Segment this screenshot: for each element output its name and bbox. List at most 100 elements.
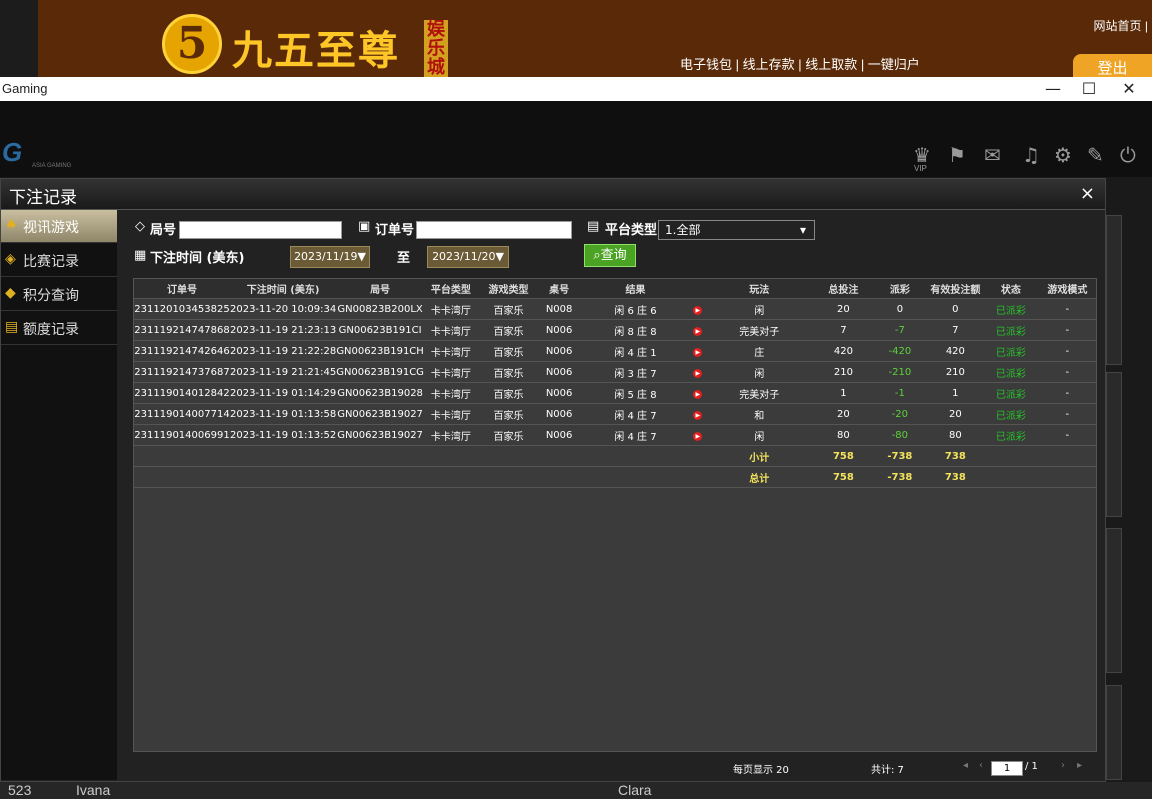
col-total-bet: 总投注 — [814, 279, 873, 299]
close-window-button[interactable]: ✕ — [1110, 77, 1148, 101]
bet-table-panel: 订单号 下注时间 (美东) 局号 平台类型 游戏类型 桌号 结果 玩法 总投注 … — [133, 278, 1097, 752]
gear-icon[interactable]: ⚙ — [1054, 143, 1072, 167]
table-row: 231119014012842 2023-11-19 01:14:29 GN0062… — [134, 382, 1096, 404]
cell-game-mode: - — [1038, 340, 1096, 362]
cell-payout: -420 — [872, 340, 928, 362]
date-to-select[interactable]: 2023/11/20▼ — [427, 246, 509, 268]
prev-page-icon[interactable]: ‹ — [979, 760, 983, 771]
col-replay — [691, 279, 704, 299]
cell-payout: -210 — [872, 361, 928, 383]
maximize-button[interactable]: ☐ — [1070, 77, 1108, 101]
cell-valid-bet: 1 — [927, 382, 984, 404]
col-round: 局号 — [336, 279, 424, 299]
cell-total-bet: 210 — [814, 361, 873, 383]
cell-bet-type: 完美对子 — [703, 382, 815, 404]
total-valid: 738 — [927, 466, 984, 488]
site-logo-icon: 5 — [162, 14, 222, 74]
cell-game-type: 百家乐 — [477, 403, 540, 425]
play-video-icon[interactable]: ▶ — [693, 347, 703, 357]
diamond-icon: ◆ — [5, 285, 16, 301]
cell-game-type: 百家乐 — [477, 361, 540, 383]
cell-order: 231119214747868 — [134, 319, 230, 341]
minimize-button[interactable]: — — [1034, 77, 1072, 101]
cell-total-bet: 7 — [814, 319, 873, 341]
cell-replay[interactable]: ▶ — [691, 319, 704, 341]
table-row: 231119014006991 2023-11-19 01:13:52 GN0062… — [134, 424, 1096, 446]
play-video-icon[interactable]: ▶ — [693, 410, 703, 420]
table-row: 231119214737687 2023-11-19 21:21:45 GN0062… — [134, 361, 1096, 383]
bet-record-modal: 下注记录 × ♠ 视讯游戏 ◈ 比赛记录 ◆ 积分查询 ▤ 额度记录 ◇ 局号 … — [0, 178, 1106, 782]
modal-sidebar: ♠ 视讯游戏 ◈ 比赛记录 ◆ 积分查询 ▤ 额度记录 — [1, 210, 117, 780]
sidebar-item-video-games[interactable]: ♠ 视讯游戏 — [1, 210, 117, 243]
game-header: G ASIA GAMING ♛ VIP ⚑ ✉ ♫ ⚙ ✎ ⏻ — [0, 101, 1152, 177]
cell-table-no: N006 — [539, 382, 579, 404]
cell-round: GN00623B191CH — [336, 340, 424, 362]
order-input[interactable] — [416, 221, 572, 239]
cell-table-no: N008 — [539, 298, 579, 320]
cell-replay[interactable]: ▶ — [691, 424, 704, 446]
tag-icon: ◈ — [5, 251, 16, 267]
col-result: 结果 — [579, 279, 692, 299]
cell-status: 已派彩 — [983, 340, 1039, 362]
music-icon[interactable]: ♫ — [1022, 143, 1040, 167]
sidebar-item-label: 视讯游戏 — [23, 220, 79, 236]
calendar-icon: ▦ — [134, 248, 147, 263]
cell-replay[interactable]: ▶ — [691, 361, 704, 383]
query-button[interactable]: ⌕查询 — [584, 244, 636, 267]
play-video-icon[interactable]: ▶ — [693, 431, 703, 441]
sidebar-item-credit-records[interactable]: ▤ 额度记录 — [1, 312, 117, 345]
col-platform: 平台类型 — [423, 279, 478, 299]
platform-icon: ▤ — [587, 219, 600, 234]
cell-valid-bet: 420 — [927, 340, 984, 362]
cell-round: GN00823B200LX — [336, 298, 424, 320]
banner-left-edge — [0, 0, 38, 78]
play-video-icon[interactable]: ▶ — [693, 389, 703, 399]
dealer-name: Clara — [618, 782, 652, 798]
play-video-icon[interactable]: ▶ — [693, 326, 703, 336]
cell-time: 2023-11-19 01:13:58 — [229, 403, 337, 425]
round-input[interactable] — [179, 221, 342, 239]
home-link[interactable]: 网站首页 | — [1094, 17, 1148, 34]
platform-select[interactable]: 1.全部 ▾ — [658, 220, 815, 240]
cell-round: GN00623B19027 — [336, 424, 424, 446]
cell-total-bet: 1 — [814, 382, 873, 404]
cell-replay[interactable]: ▶ — [691, 403, 704, 425]
first-page-icon[interactable]: ◂ — [963, 760, 968, 771]
col-game-type: 游戏类型 — [477, 279, 540, 299]
cell-replay[interactable]: ▶ — [691, 340, 704, 362]
cell-replay[interactable]: ▶ — [691, 298, 704, 320]
cell-game-type: 百家乐 — [477, 319, 540, 341]
next-page-icon[interactable]: › — [1061, 760, 1065, 771]
order-icon: ▣ — [358, 219, 371, 234]
cell-game-type: 百家乐 — [477, 340, 540, 362]
to-label: 至 — [397, 251, 411, 266]
modal-close-button[interactable]: × — [1080, 183, 1095, 204]
cell-result: 闲 8 庄 8 — [579, 319, 692, 341]
cell-payout: -80 — [872, 424, 928, 446]
top-links[interactable]: 电子钱包 | 线上存款 | 线上取款 | 一键归户 — [680, 54, 920, 73]
cell-status: 已派彩 — [983, 424, 1039, 446]
bet-table: 订单号 下注时间 (美东) 局号 平台类型 游戏类型 桌号 结果 玩法 总投注 … — [134, 279, 1096, 488]
message-icon[interactable]: ✎ — [1087, 143, 1104, 167]
cell-replay[interactable]: ▶ — [691, 382, 704, 404]
cell-total-bet: 80 — [814, 424, 873, 446]
power-icon[interactable]: ⏻ — [1120, 143, 1136, 167]
play-video-icon[interactable]: ▶ — [693, 368, 703, 378]
cell-payout: 0 — [872, 298, 928, 320]
play-video-icon[interactable]: ▶ — [693, 305, 703, 315]
cell-table-no: N006 — [539, 340, 579, 362]
cards-icon: ♠ — [5, 217, 18, 233]
chat-users-icon[interactable]: ✉ — [984, 143, 1001, 167]
date-from-select[interactable]: 2023/11/19▼ — [290, 246, 370, 268]
logout-button[interactable]: 登出 — [1073, 54, 1152, 78]
cell-total-bet: 20 — [814, 403, 873, 425]
total-bet: 758 — [814, 466, 873, 488]
flag-icon[interactable]: ⚑ — [948, 143, 966, 167]
cell-game-type: 百家乐 — [477, 298, 540, 320]
search-icon: ⌕ — [593, 248, 601, 263]
sidebar-item-match-records[interactable]: ◈ 比赛记录 — [1, 244, 117, 277]
page-input[interactable]: 1 — [991, 761, 1023, 776]
last-page-icon[interactable]: ▸ — [1077, 760, 1082, 771]
cell-platform: 卡卡湾厅 — [423, 424, 478, 446]
sidebar-item-points[interactable]: ◆ 积分查询 — [1, 278, 117, 311]
